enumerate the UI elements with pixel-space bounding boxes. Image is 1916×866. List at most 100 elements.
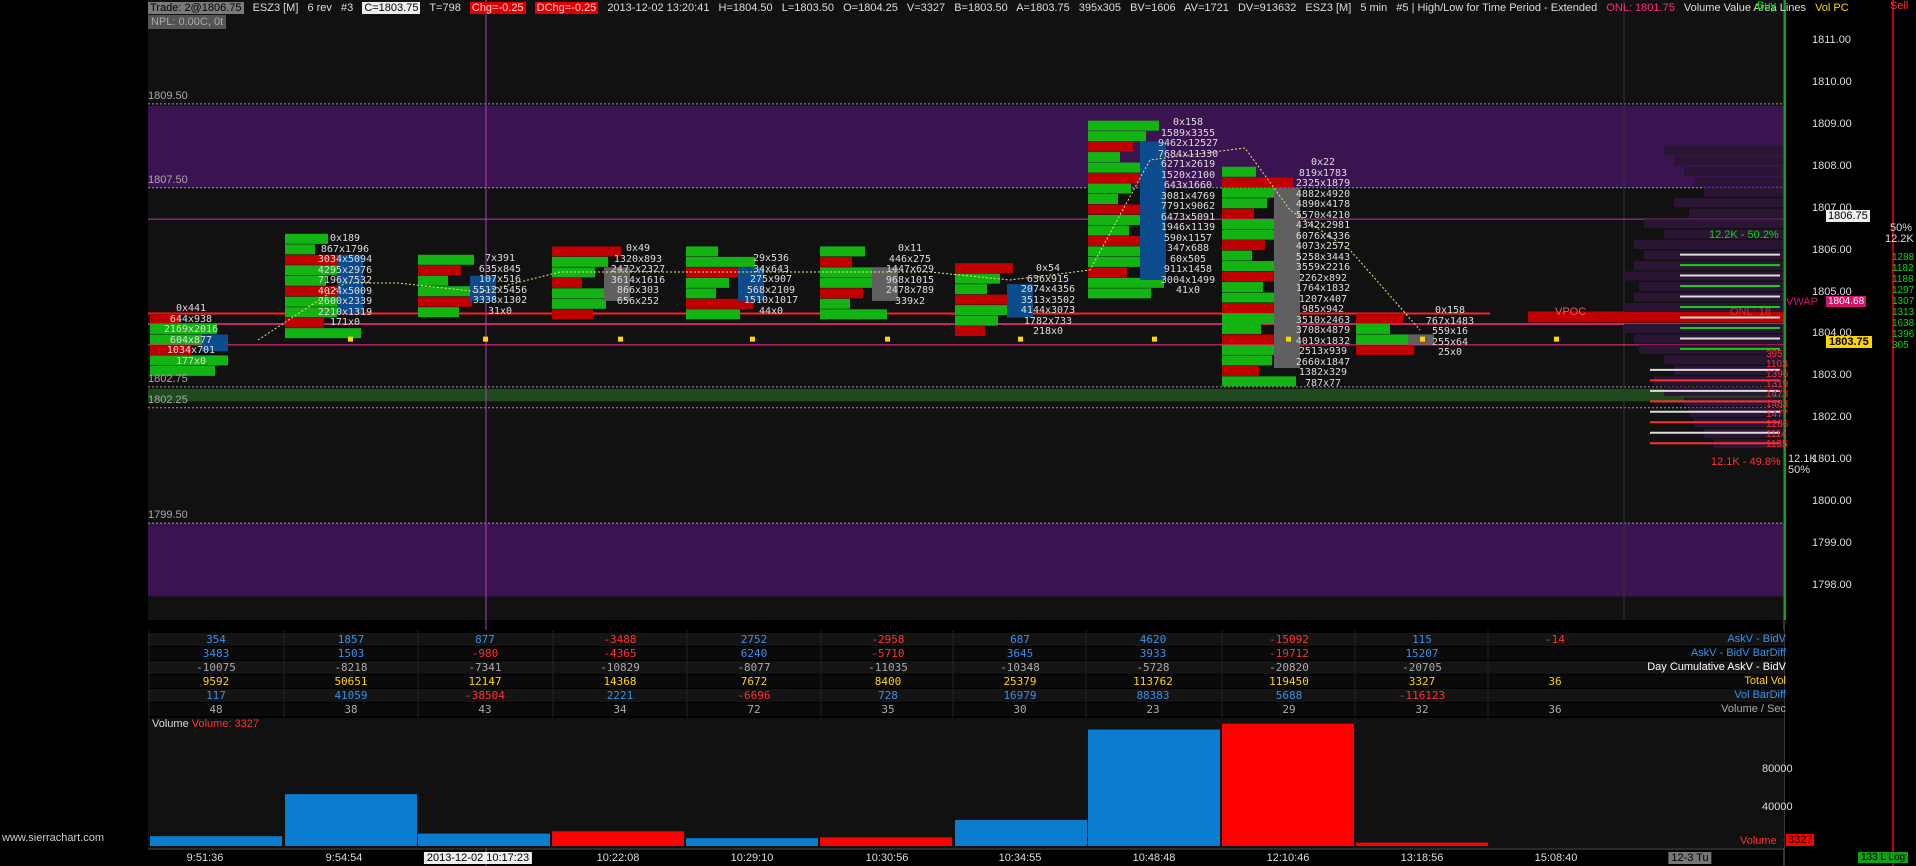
stats-cell: 119450 [1269,675,1309,688]
marker [1152,336,1157,342]
bid: B=1803.50 [954,2,1008,14]
footprint-level [820,256,852,267]
footprint-level [1222,365,1259,376]
footprint-cell: 0x11 [897,243,923,254]
stats-cell: 4620 [1139,633,1167,646]
footprint-level [686,277,729,288]
footprint-cell: 559x16 [1431,326,1469,337]
stats-cell: 3645 [1006,647,1034,660]
price-axis-label: 1799.00 [1812,537,1852,550]
footprint-cell: 911x1458 [1163,264,1213,275]
footprint-cell: 6076x4336 [1295,230,1351,242]
footprint-cell: 6473x5091 [1160,211,1216,223]
footprint-level [1222,282,1263,293]
time-label: 10:22:08 [596,852,640,864]
footprint-level [1088,288,1151,299]
footprint-cell: 4890x4178 [1295,199,1351,210]
footprint-cell: 2210x1319 [317,306,373,318]
time-label: 12-3 Tu [1668,852,1712,864]
footprint-cell: 0x158 [1434,305,1466,316]
footprint-level [552,256,608,267]
stats-cell: 9592 [202,675,230,688]
footprint-level [418,275,448,286]
stats-cell: 43 [478,703,492,716]
footprint-cell: 1946x1139 [1160,222,1216,233]
volume-panel-title: Volume Volume: 3327 [152,718,259,730]
footprint-cell: 2660x1847 [1295,356,1351,368]
stats-cell: 16979 [1003,689,1037,702]
footprint-cell: 177x0 [175,355,207,367]
sell-button[interactable]: Sell [1890,0,1908,12]
footprint-level [418,296,472,307]
stats-row-label: Total Vol [1744,675,1786,687]
footprint-cell: 1510x1017 [743,295,799,306]
footprint-cell: 171x0 [329,317,361,328]
footprint-level [1088,141,1133,152]
buy-size: 1307 [1892,296,1915,307]
footprint-cell: 34x643 [752,263,790,275]
stats-cell: 7672 [740,675,768,688]
footprint-cell: 4342x2981 [1295,220,1351,231]
footprint-level [820,246,865,257]
footprint-cell: 3559x2216 [1295,262,1351,273]
buy-size: 305 [1892,340,1909,351]
open: O=1804.25 [843,2,898,14]
footprint-cell: 866x303 [616,285,660,296]
volume-profile-level [1704,187,1784,197]
footprint-cell: 7196x7532 [317,275,373,286]
footprint-cell: 9462x12527 [1158,138,1219,149]
footprint-cell: 31x0 [487,305,513,317]
buy-size: 1182 [1892,263,1914,274]
stats-cell: 48 [209,703,223,716]
footprint-level [1222,271,1276,282]
change: Chg=-0.25 [469,2,526,14]
volume-bar [285,794,417,846]
revision: 6 rev [307,2,332,14]
footprint-cell: 347x688 [1166,243,1210,254]
footprint-level [1088,152,1120,163]
stats-cell: 1503 [337,647,365,660]
price-axis-label: 1798.00 [1812,578,1852,591]
footprint-cell: 1447x629 [885,264,935,275]
volume-bar [1356,842,1488,846]
pct-bottom: 50% [1788,464,1811,476]
stats-cell: 72 [747,703,761,716]
footprint-cell: 0x189 [329,233,361,244]
ask: A=1803.75 [1016,2,1070,14]
stats-cell: -2958 [871,633,905,646]
stats-cell: -8218 [334,661,368,674]
footprint-cell: 1764x1832 [1295,283,1351,294]
buy-button[interactable]: Buy [1757,0,1776,12]
trade-info: Trade: 2@1806.75 [148,2,244,14]
stats-cell: -15092 [1269,633,1309,646]
footprint-cell: 0x441 [175,303,207,314]
footprint-level [955,284,987,295]
stats-cell: -38504 [465,689,505,702]
stats-row-bg [148,647,1784,660]
green-band [148,388,1784,402]
marker [1554,336,1559,342]
footprint-level [552,298,606,309]
volume-profile-level [1634,240,1784,250]
lot-tag: 133 L Log [1858,852,1909,863]
footprint-level [1222,240,1265,251]
footprint-cell: 3614x1616 [610,274,666,286]
footprint-level [820,309,887,320]
price-axis-label: 1810.00 [1812,75,1852,88]
footprint-cell: 1034x701 [166,345,216,356]
chart-canvas[interactable] [0,0,1916,866]
datetime: 2013-12-02 13:20:41 [607,2,710,14]
price-axis-label: 1808.00 [1812,159,1852,172]
footprint-level [552,277,582,288]
stats-cell: -20820 [1269,661,1309,674]
time-label: 9:54:54 [325,852,363,864]
buy-size: 1188 [1892,274,1914,285]
stats-cell: -7341 [468,661,502,674]
stats-cell: 1857 [337,633,365,646]
stats-row-label: Vol BarDiff [1734,689,1786,701]
footprint-cell: 4295x2976 [317,264,373,276]
stats-cell: -980 [471,647,499,660]
vol-axis-40000: 40000 [1762,801,1793,813]
footprint-cell: 41x0 [1175,285,1201,296]
footprint-cell: 339x2 [894,295,926,307]
